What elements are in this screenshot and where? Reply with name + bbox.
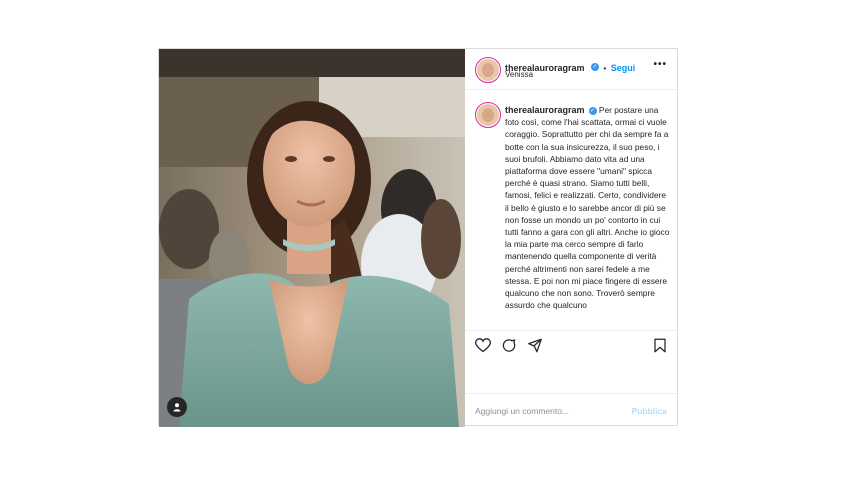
post-photo[interactable] bbox=[159, 49, 465, 427]
heart-icon[interactable] bbox=[475, 338, 491, 353]
location-link[interactable]: Venissa bbox=[505, 70, 533, 79]
caption-text-block: therealauroragram ✓ Per postare una foto … bbox=[505, 104, 670, 311]
caption-area: therealauroragram ✓ Per postare una foto … bbox=[465, 90, 677, 322]
action-bar bbox=[465, 330, 677, 355]
comment-icon[interactable] bbox=[501, 338, 517, 353]
caption-avatar[interactable] bbox=[475, 102, 501, 128]
bookmark-icon[interactable] bbox=[653, 338, 667, 353]
share-icon[interactable] bbox=[527, 338, 543, 353]
verified-badge-icon: ✓ bbox=[588, 106, 597, 115]
publish-button[interactable]: Pubblica bbox=[632, 406, 667, 416]
caption-username[interactable]: therealauroragram bbox=[505, 105, 585, 115]
more-options-icon[interactable]: ••• bbox=[653, 59, 667, 70]
avatar[interactable] bbox=[475, 57, 501, 83]
post-sidebar: therealauroragram ✓ • Segui Venissa ••• … bbox=[465, 49, 677, 425]
separator-dot: • bbox=[603, 64, 607, 73]
tagged-user-icon[interactable] bbox=[167, 397, 187, 417]
comment-bar: Aggiungi un commento... Pubblica bbox=[465, 393, 677, 426]
post-header: therealauroragram ✓ • Segui Venissa ••• bbox=[465, 49, 677, 90]
person-icon bbox=[173, 403, 181, 412]
caption-text: Per postare una foto così, come l'hai sc… bbox=[505, 105, 670, 311]
follow-button[interactable]: Segui bbox=[611, 63, 636, 73]
instagram-post: therealauroragram ✓ • Segui Venissa ••• … bbox=[158, 48, 678, 427]
post-photo-image bbox=[159, 49, 465, 427]
verified-badge-icon: ✓ bbox=[591, 62, 599, 71]
comment-input[interactable]: Aggiungi un commento... bbox=[475, 406, 569, 416]
